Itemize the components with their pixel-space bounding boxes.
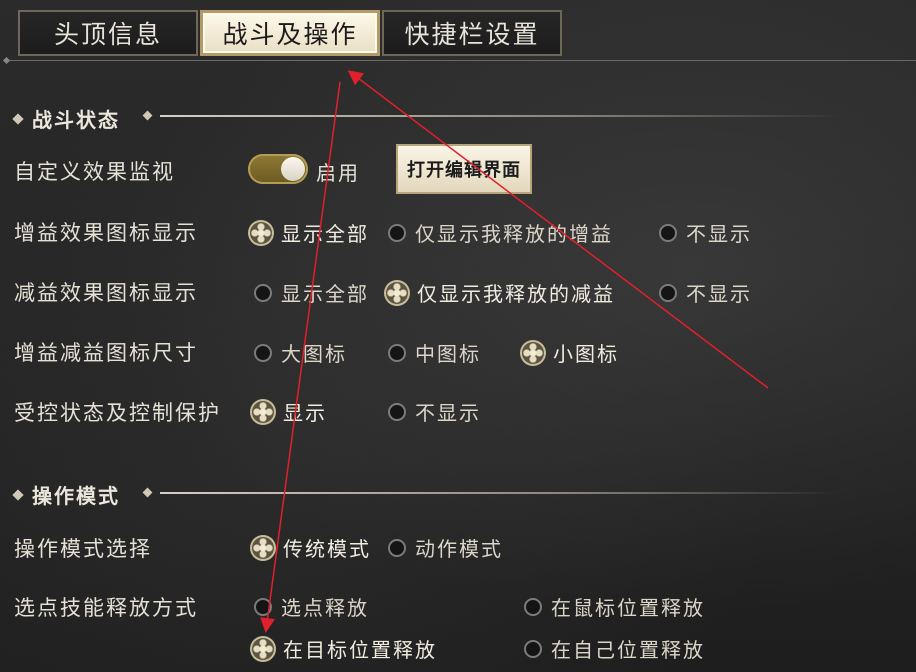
- radio-empty-icon: [659, 283, 677, 302]
- section-title: 操作模式: [32, 484, 120, 508]
- radio-selected-icon: [386, 281, 408, 304]
- radio-icon-size-large[interactable]: 大图标: [254, 338, 347, 367]
- option-label: 仅显示我释放的增益: [415, 222, 613, 246]
- section-title: 战斗状态: [32, 108, 120, 132]
- annotation-arrows: [260, 70, 769, 633]
- buff-icon-display-label: 增益效果图标显示: [14, 221, 198, 245]
- section-divider: [160, 492, 840, 494]
- option-label: 小图标: [553, 342, 619, 366]
- section-header-operation-mode: 操作模式: [12, 480, 120, 509]
- radio-selected-icon: [252, 536, 274, 559]
- toggle-knob: [281, 157, 305, 181]
- option-label: 传统模式: [283, 537, 371, 561]
- tab-hotbar-settings[interactable]: 快捷栏设置: [382, 10, 562, 56]
- option-label: 选点释放: [281, 596, 369, 620]
- option-label: 显示全部: [281, 222, 369, 246]
- radio-debuff-show-all[interactable]: 显示全部: [254, 278, 369, 307]
- radio-buff-show-all[interactable]: 显示全部: [250, 218, 369, 247]
- radio-icon-size-medium[interactable]: 中图标: [388, 338, 481, 367]
- option-label: 不显示: [686, 282, 752, 306]
- radio-empty-icon: [524, 597, 542, 616]
- open-editor-button[interactable]: 打开编辑界面: [396, 144, 532, 194]
- radio-empty-icon: [388, 402, 406, 421]
- toggle-state-label: 启用: [316, 161, 360, 185]
- option-label: 显示: [283, 401, 327, 425]
- control-protection-label: 受控状态及控制保护: [14, 401, 221, 425]
- radio-mode-traditional[interactable]: 传统模式: [252, 533, 371, 562]
- radio-empty-icon: [388, 538, 406, 557]
- effect-monitor-toggle[interactable]: [248, 154, 308, 184]
- section-header-combat-state: 战斗状态: [12, 104, 120, 133]
- debuff-icon-display-label: 减益效果图标显示: [14, 281, 198, 305]
- radio-skill-at-mouse[interactable]: 在鼠标位置释放: [524, 592, 705, 621]
- radio-selected-icon: [250, 221, 272, 244]
- radio-empty-icon: [388, 223, 406, 242]
- radio-empty-icon: [659, 223, 677, 242]
- option-label: 在目标位置释放: [283, 638, 437, 662]
- section-ornament-icon: [142, 487, 153, 498]
- option-label: 显示全部: [281, 282, 369, 306]
- diamond-bullet-icon: [12, 112, 24, 125]
- tab-combat-operation[interactable]: 战斗及操作: [200, 10, 380, 56]
- radio-selected-icon: [522, 341, 544, 364]
- radio-empty-icon: [388, 343, 406, 362]
- option-label: 动作模式: [415, 537, 503, 561]
- effect-monitor-label: 自定义效果监视: [14, 160, 175, 184]
- option-label: 大图标: [281, 342, 347, 366]
- option-label: 在自己位置释放: [551, 638, 705, 662]
- radio-empty-icon: [254, 597, 272, 616]
- option-label: 不显示: [686, 222, 752, 246]
- section-divider: [160, 115, 840, 117]
- radio-empty-icon: [254, 283, 272, 302]
- tab-bar: 头顶信息 战斗及操作 快捷栏设置: [18, 10, 562, 58]
- radio-selected-icon: [252, 637, 274, 660]
- radio-control-show[interactable]: 显示: [252, 397, 327, 426]
- target-skill-label: 选点技能释放方式: [14, 596, 198, 620]
- option-label: 中图标: [415, 342, 481, 366]
- radio-selected-icon: [252, 400, 274, 423]
- radio-skill-select-point[interactable]: 选点释放: [254, 592, 369, 621]
- section-ornament-icon: [142, 110, 153, 121]
- mode-select-label: 操作模式选择: [14, 537, 152, 561]
- radio-skill-at-target[interactable]: 在目标位置释放: [252, 634, 437, 663]
- radio-mode-action[interactable]: 动作模式: [388, 533, 503, 562]
- diamond-bullet-icon: [12, 488, 24, 501]
- tab-divider: [4, 60, 916, 61]
- icon-size-label: 增益减益图标尺寸: [14, 341, 198, 365]
- radio-debuff-mine-only[interactable]: 仅显示我释放的减益: [386, 278, 615, 307]
- radio-icon-size-small[interactable]: 小图标: [522, 338, 619, 367]
- radio-control-hide[interactable]: 不显示: [388, 397, 481, 426]
- radio-empty-icon: [254, 343, 272, 362]
- radio-buff-mine-only[interactable]: 仅显示我释放的增益: [388, 218, 613, 247]
- radio-debuff-hide[interactable]: 不显示: [659, 278, 752, 307]
- tab-head-info[interactable]: 头顶信息: [18, 10, 198, 56]
- option-label: 在鼠标位置释放: [551, 596, 705, 620]
- option-label: 不显示: [415, 401, 481, 425]
- radio-empty-icon: [524, 639, 542, 658]
- radio-skill-at-self[interactable]: 在自己位置释放: [524, 634, 705, 663]
- option-label: 仅显示我释放的减益: [417, 282, 615, 306]
- radio-buff-hide[interactable]: 不显示: [659, 218, 752, 247]
